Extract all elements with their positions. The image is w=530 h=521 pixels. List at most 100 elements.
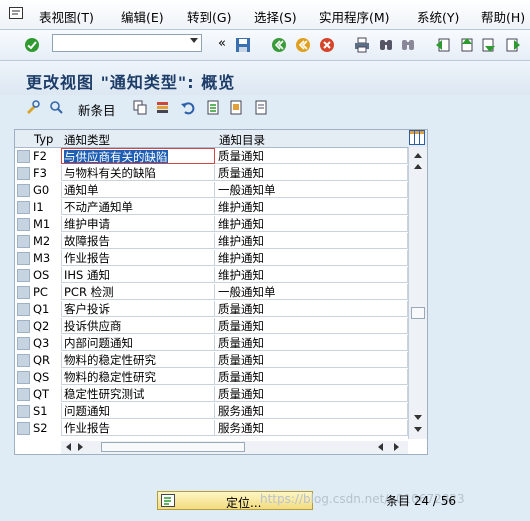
menu-item-help[interactable]: 帮助(H) (481, 7, 525, 26)
previous-page-icon[interactable] (458, 37, 474, 53)
first-page-icon[interactable] (435, 37, 451, 53)
cell-notification-catalog: 服务通知 (215, 420, 408, 436)
new-entries-button[interactable]: 新条目 (78, 100, 116, 119)
cell-notification-catalog: 质量通知 (215, 148, 408, 164)
print-icon[interactable] (354, 37, 370, 53)
screen-title-bar: 更改视图 "通知类型": 概览 (0, 61, 530, 95)
next-page-icon[interactable] (481, 37, 497, 53)
cell-notification-type[interactable]: 维护申请 (61, 216, 215, 232)
select-block-icon[interactable] (229, 100, 244, 115)
undo-icon[interactable] (180, 100, 195, 115)
page-left-icon[interactable] (378, 443, 383, 451)
row-selector[interactable] (17, 218, 30, 231)
cell-notification-type[interactable]: 作业报告 (61, 420, 215, 436)
scroll-right-icon[interactable] (394, 443, 399, 451)
cell-notification-type[interactable]: 不动产通知单 (61, 199, 215, 215)
copy-as-icon[interactable] (133, 100, 148, 115)
row-selector[interactable] (17, 252, 30, 265)
menu-item-table-view[interactable]: 表视图(T) (39, 7, 94, 26)
cell-notification-type[interactable]: 问题通知 (61, 403, 215, 419)
row-selector[interactable] (17, 405, 30, 418)
display-change-icon[interactable] (25, 100, 40, 115)
enter-check-icon[interactable] (24, 37, 40, 53)
back-icon[interactable] (271, 37, 287, 53)
find-icon[interactable] (378, 37, 394, 53)
table-settings-icon[interactable] (409, 130, 425, 145)
row-selector[interactable] (17, 269, 30, 282)
row-selector[interactable] (17, 354, 30, 367)
row-selector[interactable] (17, 388, 30, 401)
collapse-command-icon[interactable]: « (218, 36, 226, 51)
delete-icon[interactable] (156, 100, 171, 115)
cell-notification-type[interactable]: 故障报告 (61, 233, 215, 249)
menu-item-selection[interactable]: 选择(S) (254, 7, 297, 26)
page-down-icon[interactable] (414, 415, 422, 420)
column-header-typ[interactable]: Typ (34, 132, 53, 146)
table-row: I1 不动产通知单 维护通知 (15, 199, 408, 216)
find-next-icon[interactable] (400, 37, 416, 53)
scroll-down-icon[interactable] (414, 427, 422, 432)
cell-notification-type[interactable]: PCR 检测 (61, 284, 215, 300)
horizontal-scrollbar[interactable] (61, 441, 408, 454)
cell-notification-type[interactable]: 投诉供应商 (61, 318, 215, 334)
row-selector[interactable] (17, 167, 30, 180)
command-field[interactable] (52, 34, 202, 52)
row-selector[interactable] (17, 371, 30, 384)
horizontal-scroll-thumb[interactable] (101, 442, 245, 452)
cell-notification-type[interactable]: 客户投诉 (61, 301, 215, 317)
menu-item-system[interactable]: 系统(Y) (417, 7, 459, 26)
app-menu-icon[interactable] (9, 7, 23, 19)
cell-notification-type-text: 作业报告 (64, 251, 110, 265)
chevron-down-icon[interactable] (190, 38, 198, 43)
row-selector[interactable] (17, 286, 30, 299)
row-selector[interactable] (17, 337, 30, 350)
menu-item-utilities[interactable]: 实用程序(M) (319, 7, 390, 26)
row-selector[interactable] (17, 184, 30, 197)
row-selector[interactable] (17, 303, 30, 316)
deselect-all-icon[interactable] (254, 100, 269, 115)
cell-notification-type-text: 作业报告 (64, 421, 110, 435)
vertical-scrollbar[interactable] (408, 147, 427, 439)
page-up-icon[interactable] (414, 164, 422, 169)
cell-typ: Q2 (33, 319, 50, 333)
cell-notification-type[interactable]: 作业报告 (61, 250, 215, 266)
exit-icon[interactable] (295, 37, 311, 53)
cell-notification-type[interactable]: 稳定性研究测试 (61, 386, 215, 402)
cancel-icon[interactable] (319, 37, 335, 53)
menu-item-edit[interactable]: 编辑(E) (121, 7, 164, 26)
row-selector[interactable] (17, 201, 30, 214)
cell-notification-catalog: 质量通知 (215, 301, 408, 317)
cell-typ: PC (33, 285, 48, 299)
cell-notification-type[interactable]: 物料的稳定性研究 (61, 352, 215, 368)
scroll-up-icon[interactable] (414, 153, 422, 158)
row-selector[interactable] (17, 320, 30, 333)
cell-notification-type[interactable]: 物料的稳定性研究 (61, 369, 215, 385)
row-selector[interactable] (17, 422, 30, 435)
cell-notification-type[interactable]: 通知单 (61, 182, 215, 198)
display-other-icon[interactable] (49, 100, 64, 115)
column-header-notification-type[interactable]: 通知类型 (64, 132, 110, 148)
menu-item-goto[interactable]: 转到(G) (187, 7, 231, 26)
cell-notification-type[interactable]: 与物料有关的缺陷 (61, 165, 215, 181)
cell-notification-type[interactable]: 与供应商有关的缺陷 (61, 148, 215, 164)
save-icon[interactable] (235, 37, 251, 53)
cell-typ: S1 (33, 404, 48, 418)
cell-notification-type-text: 问题通知 (64, 404, 110, 418)
scroll-left-icon[interactable] (66, 443, 71, 451)
cell-notification-type[interactable]: 内部问题通知 (61, 335, 215, 351)
column-header-notification-catalog[interactable]: 通知目录 (219, 132, 265, 148)
row-selector[interactable] (17, 150, 30, 163)
cell-typ: M3 (33, 251, 51, 265)
last-page-icon[interactable] (505, 37, 521, 53)
select-all-icon[interactable] (206, 100, 221, 115)
cell-notification-catalog: 维护通知 (215, 199, 408, 215)
cell-notification-catalog: 服务通知 (215, 403, 408, 419)
cell-notification-type-text: 稳定性研究测试 (64, 387, 145, 401)
table-row: OS IHS 通知 维护通知 (15, 267, 408, 284)
cell-notification-type[interactable]: IHS 通知 (61, 267, 215, 283)
row-selector[interactable] (17, 235, 30, 248)
scroll-right-small-icon[interactable] (78, 443, 83, 451)
table-row: S1 问题通知 服务通知 (15, 403, 408, 420)
vertical-scroll-thumb[interactable] (411, 307, 425, 319)
cell-notification-catalog: 质量通知 (215, 369, 408, 385)
